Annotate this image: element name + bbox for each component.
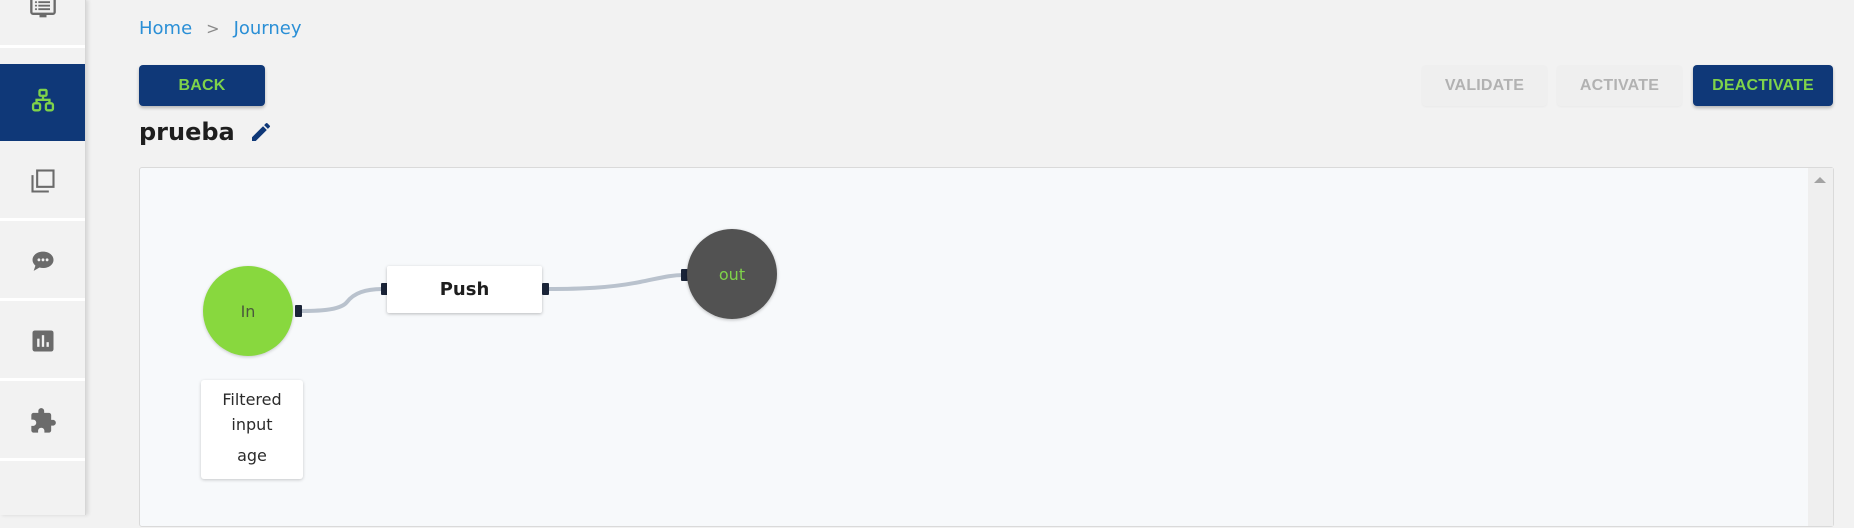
sidebar-item-messages[interactable] [0, 224, 85, 301]
filter-card-line2: input [231, 415, 273, 434]
node-in-label: In [240, 301, 256, 321]
node-push[interactable]: Push [387, 266, 542, 313]
puzzle-icon [30, 408, 56, 433]
sidebar [0, 0, 86, 515]
monitor-list-icon [29, 0, 56, 18]
node-out-label: out [718, 264, 746, 284]
network-tree-icon [31, 88, 54, 112]
chat-bubble-icon [32, 251, 53, 271]
breadcrumb-separator: > [206, 19, 220, 38]
breadcrumb-home-link[interactable]: Home [139, 18, 192, 39]
sidebar-item-templates[interactable] [0, 144, 85, 221]
sidebar-item-integrations[interactable] [0, 384, 85, 461]
canvas-scrollbar[interactable] [1808, 168, 1833, 526]
journey-title-row: prueba [139, 118, 273, 146]
node-push-output-port[interactable] [542, 283, 549, 295]
pencil-icon[interactable] [249, 120, 273, 144]
filter-card[interactable]: Filtered input age [201, 380, 303, 479]
filter-card-line1: Filtered [222, 390, 282, 409]
journey-title: prueba [139, 118, 235, 146]
filter-card-field: age [237, 446, 267, 465]
copy-stack-icon [30, 169, 55, 193]
node-in[interactable]: In [203, 266, 293, 356]
flow-edges [297, 273, 685, 313]
deactivate-button[interactable]: DEACTIVATE [1693, 65, 1833, 106]
activate-button[interactable]: ACTIVATE [1557, 65, 1682, 106]
flow-canvas[interactable]: In Push out Filtered input age [139, 167, 1834, 527]
scroll-up-arrow-icon[interactable] [1814, 177, 1826, 183]
back-button[interactable]: BACK [139, 65, 265, 106]
edge-push-to-out[interactable] [547, 273, 685, 291]
node-in-output-port[interactable] [295, 305, 302, 317]
sidebar-item-journeys[interactable] [0, 64, 85, 141]
sidebar-item-dashboard[interactable] [0, 0, 85, 48]
bar-chart-icon [32, 330, 53, 352]
edge-in-to-push[interactable] [297, 287, 385, 313]
sidebar-item-analytics[interactable] [0, 304, 85, 381]
validate-button[interactable]: VALIDATE [1422, 65, 1547, 106]
node-push-label: Push [439, 279, 490, 300]
breadcrumb-journey-link[interactable]: Journey [234, 18, 302, 39]
breadcrumb: Home > Journey [139, 18, 302, 39]
node-out[interactable]: out [687, 229, 777, 319]
